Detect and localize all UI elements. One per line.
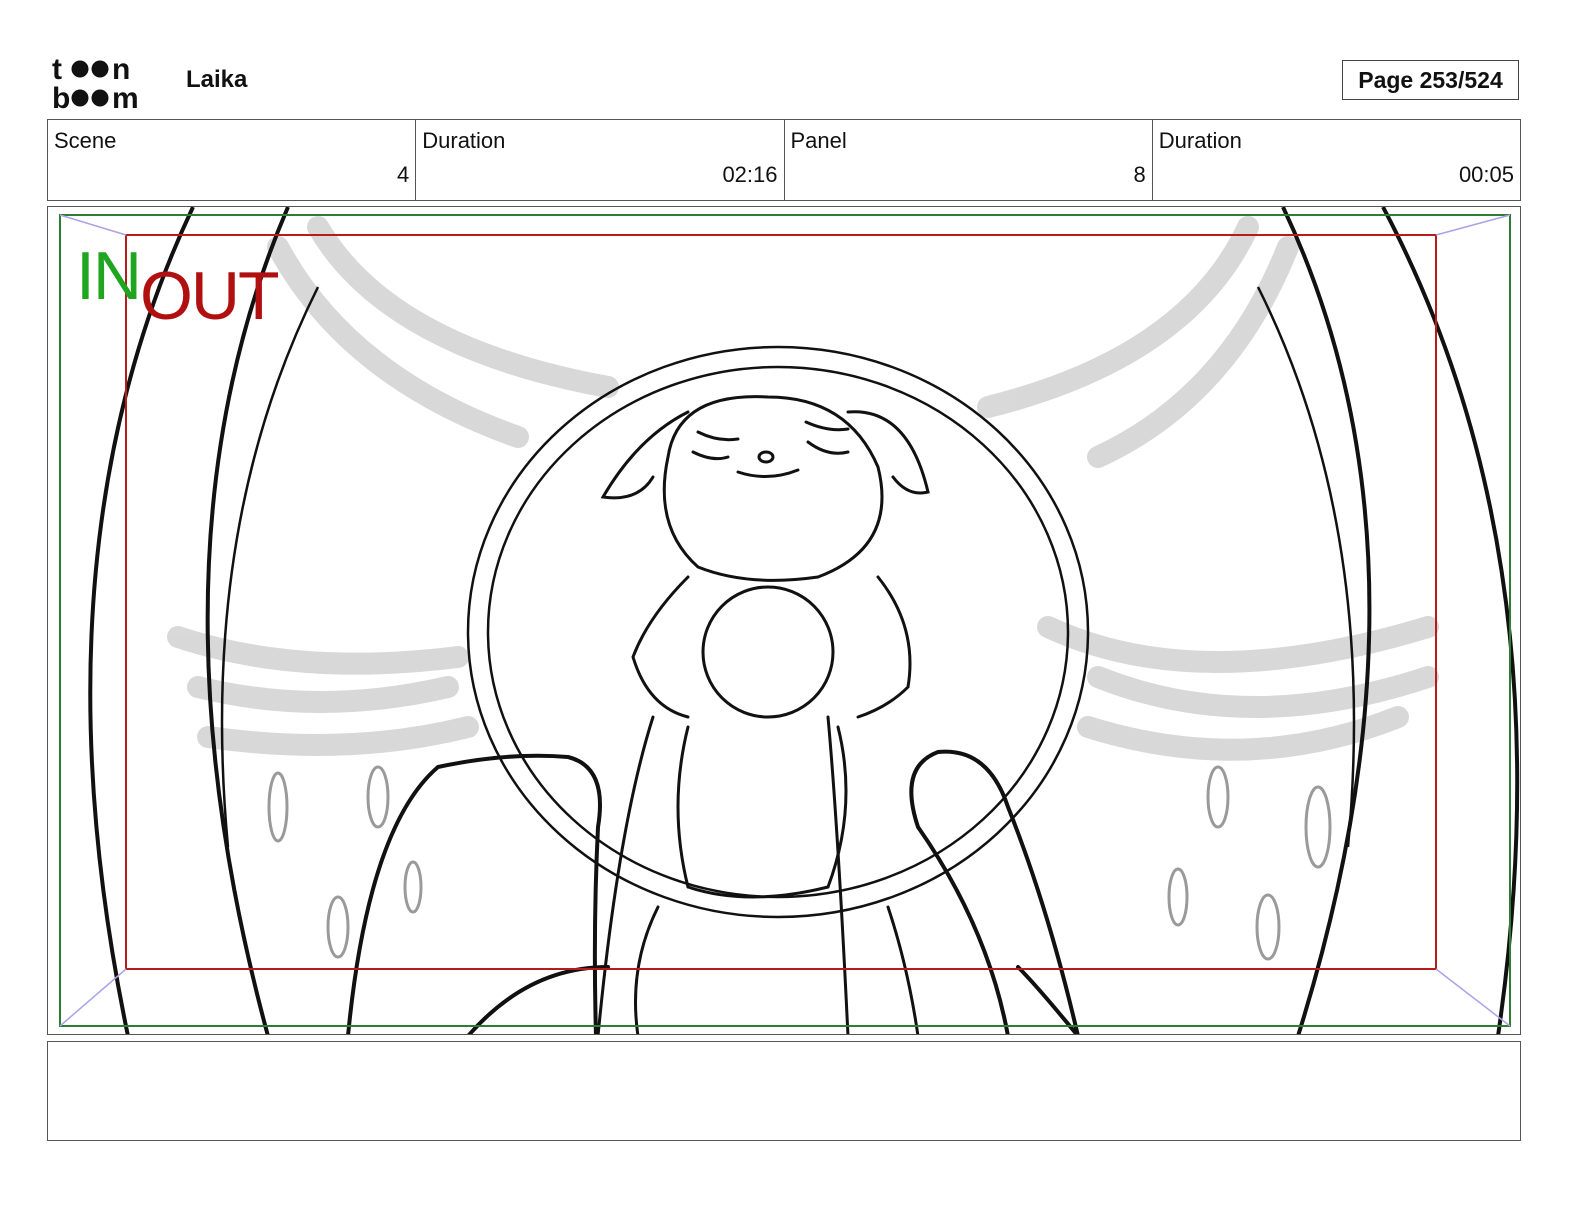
porthole [466,345,1090,919]
frame-corner-lines [59,214,1511,1027]
in-label: IN [76,238,142,314]
page-indicator: Page 253/524 [1342,60,1519,100]
in-out-markers: IN OUT [76,237,296,334]
scene-label: Scene [54,128,117,153]
bubbles [267,765,1332,961]
scene-duration-value: 02:16 [722,162,778,187]
panel-image: IN OUT [47,206,1521,1035]
scene-info-table: Scene 4 Duration 02:16 Panel 8 Duration … [47,119,1521,201]
project-title: Laika [186,66,248,93]
scene-duration-label: Duration [422,128,506,153]
panel-label: Panel [790,128,847,153]
out-label: OUT [140,258,280,334]
safe-frame [59,214,1511,1027]
panel-duration-cell: Duration 00:05 [1153,120,1520,200]
svg-text:b: b [52,82,70,112]
panel-value: 8 [1133,162,1146,187]
scene-duration-cell: Duration 02:16 [416,120,785,200]
toonboom-logo: t n b m [52,52,162,115]
motion-streaks [167,216,1439,761]
scene-value: 4 [397,162,410,187]
tube-curves [88,207,1520,1034]
dog-figure [596,395,930,1034]
panel-duration-value: 00:05 [1458,162,1514,187]
panel-duration-label: Duration [1158,128,1242,153]
scene-cell: Scene 4 [48,120,417,200]
panel-cell: Panel 8 [785,120,1153,200]
panel-notes [47,1041,1521,1141]
svg-text:m: m [112,82,139,112]
